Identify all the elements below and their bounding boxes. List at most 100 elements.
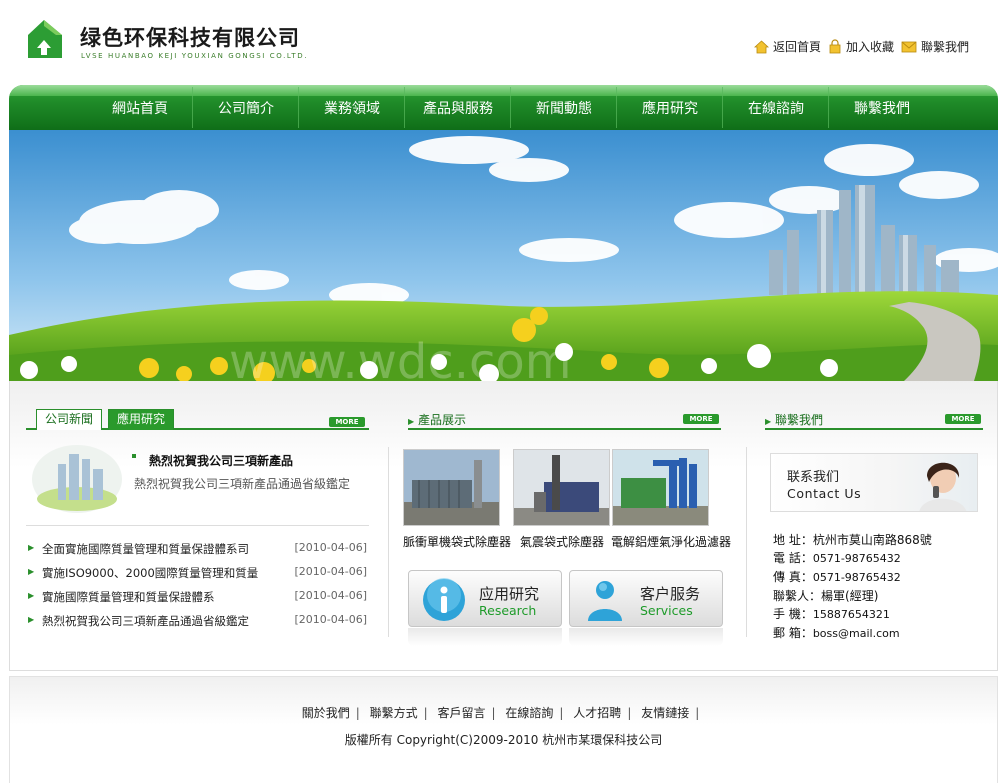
bullet-arrow-icon: ▶: [28, 615, 35, 624]
company-pinyin: LVSE HUANBAO KEJI YOUXIAN GONGSI CO.LTD.: [81, 52, 309, 60]
footer-separator: |: [559, 706, 564, 720]
product-caption-3[interactable]: 電解鋁煙氣淨化過濾器: [611, 533, 731, 550]
heading-arrow-icon: ▶: [765, 417, 772, 426]
footer-link-jobs[interactable]: 人才招聘: [573, 706, 621, 720]
contact-label: 地 址：: [773, 533, 813, 547]
contact-more-button[interactable]: MORE: [945, 414, 981, 424]
research-button-en: Research: [479, 603, 537, 618]
contact-label: 電 話：: [773, 551, 813, 565]
product-caption-2[interactable]: 氣震袋式除塵器: [520, 533, 604, 550]
footer-link-about[interactable]: 關於我們: [302, 706, 350, 720]
contact-value: 0571-98765432: [812, 552, 901, 565]
footer-link-friends[interactable]: 友情鏈接: [641, 706, 689, 720]
contact-person-row: 聯繫人：楊軍(經理): [773, 587, 932, 605]
footer-links: 關於我們 | 聯繫方式 | 客戶留言 | 在線諮詢 | 人才招聘 | 友情鏈接 |: [10, 704, 997, 721]
nav-item-consult[interactable]: 在線諮詢: [723, 85, 829, 130]
landscape-illustration: www.wdc.com: [9, 130, 998, 381]
contact-mobile-row: 手 機：15887654321: [773, 605, 932, 624]
tab-company-news[interactable]: 公司新聞: [36, 409, 103, 430]
nav-item-products[interactable]: 產品與服務: [405, 85, 511, 130]
nav-item-news[interactable]: 新聞動態: [511, 85, 617, 130]
nav-item-research[interactable]: 應用研究: [617, 85, 723, 130]
featured-news-image: [32, 445, 122, 513]
news-divider: [26, 525, 369, 526]
contact-value: 楊軍(經理): [821, 589, 879, 603]
footer-separator: |: [423, 706, 428, 720]
person-icon: [588, 581, 622, 621]
news-item[interactable]: ▶ 熱烈祝賀我公司三項新產品通過省級鑑定 [2010-04-06]: [26, 613, 369, 637]
product-image-2[interactable]: [513, 449, 610, 526]
footer-link-consult[interactable]: 在線諮詢: [505, 706, 553, 720]
top-links: 返回首頁 加入收藏 聯繫我們: [747, 38, 969, 55]
tab-research[interactable]: 應用研究: [108, 409, 175, 430]
flue-gas-filter-image: [613, 450, 708, 525]
lock-icon: [829, 39, 841, 54]
news-item-title: 實施國際質量管理和質量保證體系: [42, 590, 215, 604]
column-divider: [746, 447, 747, 637]
contact-link[interactable]: 聯繫我們: [901, 38, 969, 55]
hero-banner: www.wdc.com: [9, 130, 998, 381]
bullet-arrow-icon: ▶: [28, 591, 35, 600]
heading-arrow-icon: ▶: [408, 417, 415, 426]
contact-banner[interactable]: 联系我们 Contact Us: [770, 453, 978, 512]
product-image-1[interactable]: [403, 449, 500, 526]
nav-item-contact[interactable]: 聯繫我們: [829, 85, 935, 130]
featured-bullet: [132, 454, 136, 458]
products-more-button[interactable]: MORE: [683, 414, 719, 424]
page: 绿色环保科技有限公司 LVSE HUANBAO KEJI YOUXIAN GON…: [0, 0, 1007, 783]
nav-item-about[interactable]: 公司簡介: [193, 85, 299, 130]
news-more-button[interactable]: MORE: [329, 417, 365, 427]
contact-heading-text: 聯繫我們: [774, 413, 823, 427]
bullet-arrow-icon: ▶: [28, 567, 35, 576]
services-button[interactable]: 客户服务 Services: [569, 570, 723, 627]
contact-value[interactable]: boss@mail.com: [813, 627, 900, 640]
news-item-title: 全面實施國際質量管理和質量保證體系司: [42, 542, 249, 556]
news-item-date: [2010-04-06]: [294, 613, 367, 626]
news-item-date: [2010-04-06]: [294, 565, 367, 578]
home-link[interactable]: 返回首頁: [753, 38, 821, 55]
footer-link-guestbook[interactable]: 客戶留言: [438, 706, 486, 720]
footer: 關於我們 | 聯繫方式 | 客戶留言 | 在線諮詢 | 人才招聘 | 友情鏈接 | 版權所有…: [9, 676, 998, 783]
nav-item-home[interactable]: 網站首頁: [87, 85, 193, 130]
services-button-en: Services: [640, 603, 693, 618]
nav-item-business[interactable]: 業務領域: [299, 85, 405, 130]
contact-label: 手 機：: [773, 607, 813, 621]
contact-value: 15887654321: [812, 608, 890, 621]
news-tabbar: 公司新聞 應用研究: [26, 409, 369, 430]
research-button[interactable]: 应用研究 Research: [408, 570, 562, 627]
footer-link-contact[interactable]: 聯繫方式: [370, 706, 418, 720]
home-link-label: 返回首頁: [772, 40, 821, 54]
dust-collector-image: [404, 450, 499, 525]
contact-phone-row: 電 話：0571-98765432: [773, 549, 932, 568]
news-item[interactable]: ▶ 實施ISO9000、2000國際質量管理和質量 [2010-04-06]: [26, 565, 369, 589]
contact-label: 傳 真：: [773, 570, 813, 584]
bookmark-link[interactable]: 加入收藏: [828, 38, 894, 55]
product-image-3[interactable]: [612, 449, 709, 526]
news-item[interactable]: ▶ 實施國際質量管理和質量保證體系 [2010-04-06]: [26, 589, 369, 613]
news-list: ▶ 全面實施國際質量管理和質量保證體系司 [2010-04-06] ▶ 實施ISO90…: [26, 541, 369, 637]
products-heading-title: ▶ 產品展示: [408, 411, 466, 428]
contact-heading-title: ▶ 聯繫我們: [765, 411, 823, 428]
banner-watermark: www.wdc.com: [229, 334, 572, 381]
product-caption-1[interactable]: 脈衝單機袋式除塵器: [403, 533, 511, 550]
news-item[interactable]: ▶ 全面實施國際質量管理和質量保證體系司 [2010-04-06]: [26, 541, 369, 565]
footer-separator: |: [355, 706, 360, 720]
contact-banner-cn: 联系我们: [787, 470, 840, 485]
column-divider: [388, 447, 389, 637]
contact-address-row: 地 址：杭州市莫山南路868號: [773, 531, 932, 549]
footer-separator: |: [491, 706, 496, 720]
house-logo-icon: [28, 20, 62, 58]
contact-label: 聯繫人：: [773, 589, 822, 603]
main-nav: 網站首頁 公司簡介 業務領域 產品與服務 新聞動態 應用研究 在線諮詢 聯繫我們: [9, 85, 998, 130]
contact-info: 地 址：杭州市莫山南路868號 電 話：0571-98765432 傳 真：05…: [773, 531, 932, 643]
logo[interactable]: 绿色环保科技有限公司 LVSE HUANBAO KEJI YOUXIAN GON…: [24, 18, 324, 64]
featured-news-desc: 熱烈祝賀我公司三項新產品通過省級鑑定: [134, 477, 351, 491]
news-item-date: [2010-04-06]: [294, 589, 367, 602]
news-item-title: 實施ISO9000、2000國際質量管理和質量: [42, 566, 259, 580]
featured-news-title[interactable]: 熱烈祝賀我公司三項新產品: [149, 452, 293, 469]
footer-separator: |: [627, 706, 632, 720]
contact-label: 郵 箱：: [773, 626, 813, 640]
contact-value: 0571-98765432: [812, 571, 901, 584]
customer-service-photo: [919, 462, 967, 511]
contact-value: 杭州市莫山南路868號: [812, 533, 932, 547]
